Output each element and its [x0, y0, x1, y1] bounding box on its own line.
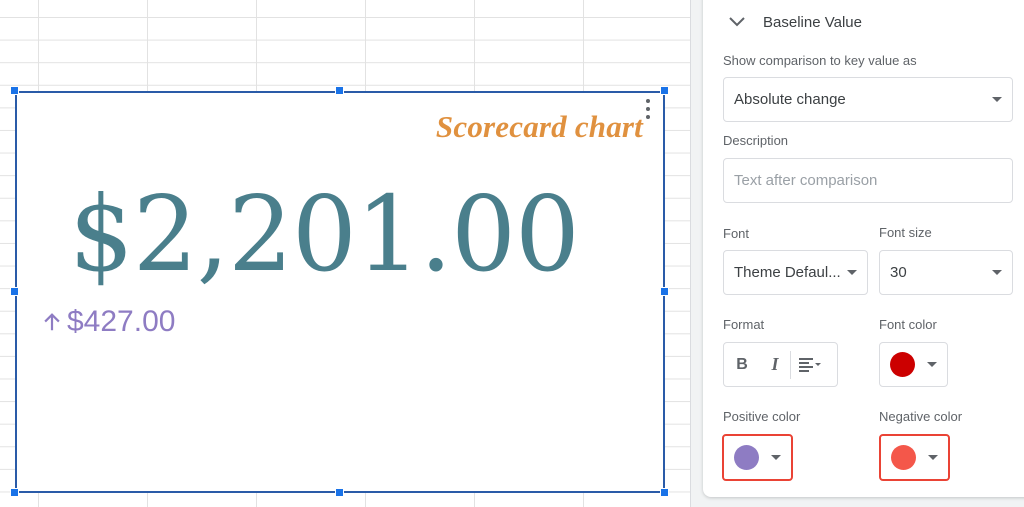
- more-vert-icon-dot: [646, 107, 650, 111]
- positive-color-label: Positive color: [723, 409, 801, 424]
- dropdown-arrow-icon: [771, 455, 781, 460]
- baseline-comparison: $427.00: [41, 305, 175, 339]
- dropdown-arrow-icon: [992, 97, 1002, 102]
- negative-color-swatch: [891, 445, 916, 470]
- resize-handle-bottom-right[interactable]: [660, 488, 669, 497]
- section-header-baseline-value[interactable]: Baseline Value: [727, 12, 862, 32]
- font-color-button[interactable]: [879, 342, 948, 387]
- chart-editor-panel: Baseline Value Show comparison to key va…: [703, 0, 1024, 497]
- font-size-label: Font size: [879, 225, 932, 240]
- bold-button[interactable]: B: [724, 344, 760, 386]
- dropdown-arrow-icon: [992, 270, 1002, 275]
- font-select[interactable]: Theme Defaul...: [723, 250, 868, 295]
- description-input[interactable]: [723, 158, 1013, 203]
- resize-handle-top-left[interactable]: [10, 86, 19, 95]
- font-color-swatch: [890, 352, 915, 377]
- dropdown-arrow-icon: [928, 455, 938, 460]
- resize-handle-left[interactable]: [10, 287, 19, 296]
- description-label: Description: [723, 133, 789, 148]
- font-size-select[interactable]: 30: [879, 250, 1013, 295]
- resize-handle-right[interactable]: [660, 287, 669, 296]
- negative-color-button[interactable]: [879, 434, 950, 481]
- key-value: $2,201.00: [69, 173, 580, 295]
- positive-color-button[interactable]: [722, 434, 793, 481]
- italic-button[interactable]: I: [760, 344, 790, 386]
- more-vert-icon-dot: [646, 99, 650, 103]
- resize-handle-bottom[interactable]: [335, 488, 344, 497]
- dropdown-arrow-icon: [927, 362, 937, 367]
- section-title: Baseline Value: [763, 13, 862, 31]
- more-vert-icon-dot: [646, 115, 650, 119]
- comparison-select[interactable]: Absolute change: [723, 77, 1013, 122]
- chart-menu-button[interactable]: [645, 99, 651, 119]
- font-color-label: Font color: [879, 317, 937, 332]
- resize-handle-bottom-left[interactable]: [10, 488, 19, 497]
- dropdown-arrow-icon: [847, 270, 857, 275]
- format-toolbar: B I: [723, 342, 838, 387]
- comparison-select-value: Absolute change: [734, 91, 846, 108]
- chevron-down-icon: [729, 17, 745, 27]
- scorecard-chart[interactable]: Scorecard chart $2,201.00 $427.00: [15, 91, 665, 493]
- arrow-up-icon: [44, 313, 60, 331]
- resize-handle-top-right[interactable]: [660, 86, 669, 95]
- resize-handle-top[interactable]: [335, 86, 344, 95]
- negative-color-label: Negative color: [879, 409, 963, 424]
- font-select-value: Theme Defaul...: [734, 264, 841, 281]
- font-label: Font: [723, 226, 750, 241]
- positive-color-swatch: [734, 445, 759, 470]
- baseline-change-value: $427.00: [67, 305, 176, 338]
- align-left-icon: [799, 357, 821, 372]
- comparison-label: Show comparison to key value as: [723, 53, 917, 68]
- align-button[interactable]: [791, 344, 831, 386]
- font-size-select-value: 30: [890, 264, 907, 281]
- format-label: Format: [723, 317, 765, 332]
- chart-title: Scorecard chart: [435, 109, 643, 144]
